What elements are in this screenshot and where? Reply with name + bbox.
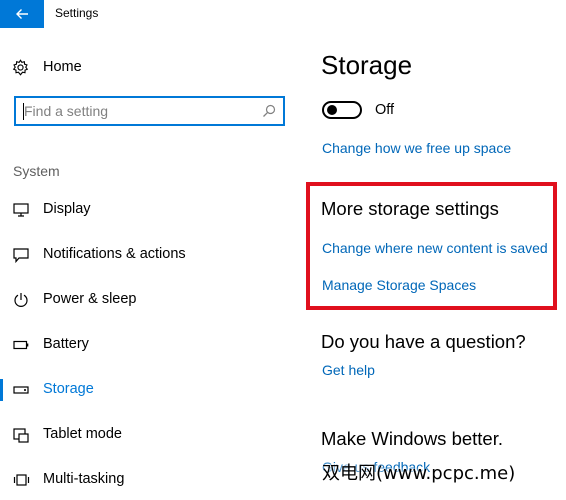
change-content-location-link[interactable]: Change where new content is saved [322, 240, 548, 256]
search-icon[interactable] [262, 104, 276, 118]
sidebar-item-multitasking[interactable]: Multi-tasking [0, 466, 300, 494]
sidebar-item-label: Tablet mode [43, 426, 122, 442]
toggle-knob [327, 105, 337, 115]
home-label: Home [43, 59, 82, 75]
watermark-text: 双电网(www.pcpc.me) [322, 463, 516, 484]
sidebar-item-label: Storage [43, 381, 94, 397]
toggle-state-label: Off [375, 102, 395, 118]
search-box[interactable] [14, 96, 285, 126]
active-indicator [0, 379, 3, 401]
sidebar-item-label: Power & sleep [43, 291, 137, 307]
power-icon [12, 292, 30, 308]
system-section-label: System [13, 163, 60, 179]
manage-storage-spaces-link[interactable]: Manage Storage Spaces [322, 277, 476, 293]
window-title: Settings [55, 6, 99, 20]
back-button[interactable] [0, 0, 44, 28]
sidebar-item-label: Display [43, 201, 91, 217]
sidebar-item-label: Battery [43, 336, 89, 352]
back-arrow-icon [16, 9, 28, 19]
tablet-mode-icon [12, 427, 30, 443]
multitasking-icon [12, 472, 30, 488]
sidebar-item-storage[interactable]: Storage [0, 376, 300, 404]
sidebar-item-label: Multi-tasking [43, 471, 125, 487]
home-nav-item[interactable]: Home [12, 56, 82, 78]
notification-icon [12, 247, 30, 263]
battery-icon [12, 337, 30, 353]
sidebar-item-display[interactable]: Display [0, 196, 300, 224]
storage-icon [12, 382, 30, 398]
sidebar-item-notifications[interactable]: Notifications & actions [0, 241, 300, 269]
sidebar-item-battery[interactable]: Battery [0, 331, 300, 359]
sidebar-item-tablet-mode[interactable]: Tablet mode [0, 421, 300, 449]
title-bar: Settings [0, 0, 566, 28]
sidebar-item-power-sleep[interactable]: Power & sleep [0, 286, 300, 314]
page-title: Storage [321, 50, 413, 80]
storage-sense-toggle[interactable] [322, 101, 362, 119]
sidebar-item-label: Notifications & actions [43, 246, 186, 262]
more-storage-settings-heading: More storage settings [321, 198, 499, 219]
change-free-space-link[interactable]: Change how we free up space [322, 140, 511, 156]
monitor-icon [12, 202, 30, 218]
question-heading: Do you have a question? [321, 331, 526, 352]
feedback-heading: Make Windows better. [321, 428, 503, 449]
search-input[interactable] [24, 101, 260, 121]
gear-icon [12, 58, 29, 76]
get-help-link[interactable]: Get help [322, 362, 375, 378]
